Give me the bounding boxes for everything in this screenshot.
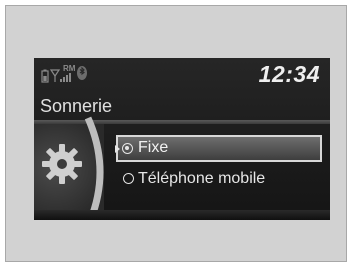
menu-item-fixe[interactable]: Fixe xyxy=(115,135,322,162)
menu-item-label: Téléphone mobile xyxy=(138,170,266,187)
radio-selected-icon xyxy=(122,143,133,154)
audio-display-screen: RM 12:34 Sonnerie Fixe Téléphone mobile xyxy=(34,58,330,220)
bluetooth-icon xyxy=(77,66,87,80)
screen-title: Sonnerie xyxy=(40,96,113,116)
bottom-band xyxy=(34,210,330,220)
clock: 12:34 xyxy=(258,61,320,87)
gear-icon xyxy=(42,144,82,184)
selection-pointer-icon xyxy=(115,145,120,153)
menu-item-telephone-mobile[interactable]: Téléphone mobile xyxy=(116,165,322,192)
battery-icon xyxy=(41,69,49,83)
status-icons: RM xyxy=(41,64,87,83)
roam-icon: RM xyxy=(63,64,76,73)
menu-content: Fixe Téléphone mobile xyxy=(34,116,330,220)
status-bar: RM 12:34 xyxy=(34,58,330,88)
manual-figure-frame: RM 12:34 Sonnerie Fixe Téléphone mobile xyxy=(5,5,347,262)
menu-item-label: Fixe xyxy=(138,139,169,156)
radio-unselected-icon xyxy=(123,173,134,184)
